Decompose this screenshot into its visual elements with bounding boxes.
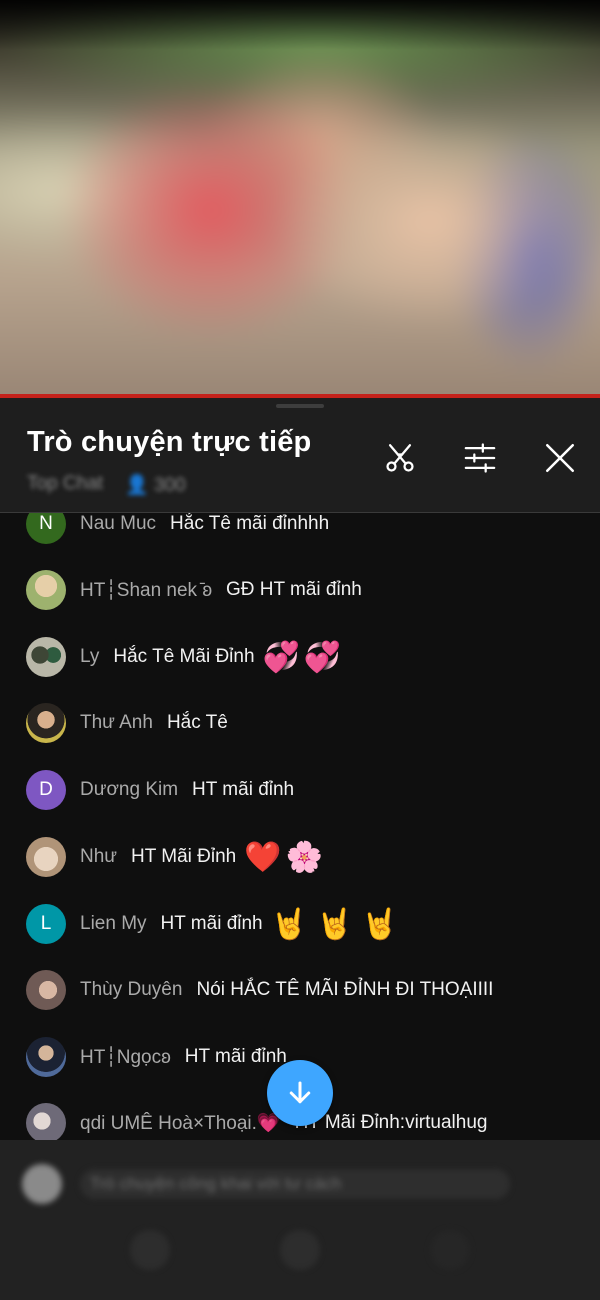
chat-message[interactable]: Ly Hắc Tê Mãi Đỉnh 💞 💞 (26, 637, 341, 677)
chat-title: Trò chuyện trực tiếp (27, 426, 312, 458)
message-text: GĐ HT mãi đỉnh (225, 579, 362, 600)
rock-on-emoji: 🤘 (361, 907, 399, 941)
video-frame (0, 0, 600, 398)
avatar (26, 970, 66, 1010)
avatar (26, 1103, 66, 1140)
rock-on-emoji: 🤘 (270, 907, 308, 941)
avatar: L (26, 904, 66, 944)
avatar (26, 570, 66, 610)
message-text: HT Mãi Đỉnh ❤️ 🌸 (131, 840, 323, 874)
two-hearts-emoji: 💞 (303, 640, 342, 674)
chat-message[interactable]: Thư Anh Hắc Tê (26, 703, 228, 743)
cherry-blossom-emoji: 🌸 (285, 840, 323, 874)
sliders-icon (464, 443, 496, 473)
message-text: HT mãi đỉnh (192, 779, 295, 800)
drag-handle[interactable] (276, 404, 324, 408)
message-text: HT mãi đỉnh 🤘 🤘 🤘 (160, 907, 399, 941)
chat-mode-label: Top Chat (27, 473, 104, 494)
close-chat-button[interactable] (540, 438, 580, 478)
close-icon (545, 443, 575, 473)
chat-message[interactable]: Như HT Mãi Đỉnh ❤️ 🌸 (26, 837, 323, 877)
message-text: HT mãi đỉnh (184, 1046, 287, 1067)
chat-mode-selector[interactable]: Top Chat 👤 300 (27, 473, 186, 497)
message-text: Hắc Tê Mãi Đỉnh 💞 💞 (113, 640, 342, 674)
chat-settings-button[interactable] (460, 438, 500, 478)
message-author: Thư Anh (80, 712, 153, 733)
message-author: Thùy Duyên (80, 979, 183, 1000)
video-top-shade (0, 0, 600, 50)
message-text: Hắc Tê (166, 712, 228, 733)
chat-message[interactable]: qdi UMÊ Hoà×Thoại.💗 HT Mãi Đỉnh:virtualh… (26, 1103, 487, 1140)
avatar: N (26, 513, 66, 544)
avatar: D (26, 770, 66, 810)
message-author: qdi UMÊ Hoà×Thoại.💗 (80, 1113, 281, 1134)
chat-input[interactable]: Trò chuyện công khai với tư cách (80, 1169, 510, 1199)
avatar (26, 1037, 66, 1077)
chat-input-row[interactable]: Trò chuyện công khai với tư cách (22, 1162, 582, 1206)
chat-message[interactable]: HT┆Ngọcʚ HT mãi đỉnh (26, 1037, 287, 1077)
chat-message[interactable]: Thùy Duyên Nói HẮC TÊ MÃI ĐỈNH ĐI THOẠII… (26, 970, 493, 1010)
viewer-count: 👤 300 (125, 475, 186, 496)
message-author: Như (80, 846, 118, 867)
live-chat-header: Trò chuyện trực tiếp Top Chat 👤 300 (0, 398, 600, 513)
chat-message-list[interactable]: N Nau Muc Hắc Tê mãi đỉnhhh HT┆Shan nek … (0, 513, 600, 1140)
super-chat-icon[interactable] (280, 1230, 320, 1270)
chat-input-actions (0, 1230, 600, 1280)
scissors-icon (386, 444, 414, 472)
message-author: HT┆Ngọcʚ (80, 1046, 171, 1068)
my-avatar (22, 1164, 62, 1204)
message-author: Ly (80, 646, 100, 667)
avatar (26, 703, 66, 743)
video-player[interactable] (0, 0, 600, 398)
message-author: Lien My (80, 913, 147, 934)
chat-message[interactable]: L Lien My HT mãi đỉnh 🤘 🤘 🤘 (26, 904, 399, 944)
red-heart-emoji: ❤️ (244, 840, 282, 874)
message-text: Hắc Tê mãi đỉnhhh (170, 513, 330, 534)
scroll-to-bottom-button[interactable] (267, 1060, 333, 1126)
clip-button[interactable] (380, 438, 420, 478)
avatar (26, 637, 66, 677)
message-author: Dương Kim (80, 779, 179, 800)
rock-on-emoji: 🤘 (315, 907, 354, 941)
chat-message[interactable]: D Dương Kim HT mãi đỉnh (26, 770, 294, 810)
send-icon[interactable] (430, 1230, 470, 1270)
arrow-down-icon (289, 1081, 311, 1104)
two-hearts-emoji: 💞 (262, 640, 300, 674)
avatar (26, 837, 66, 877)
chat-message[interactable]: HT┆Shan nek ̄ʚ GĐ HT mãi đỉnh (26, 570, 362, 610)
message-author: Nau Muc (80, 513, 157, 534)
emoji-icon[interactable] (130, 1230, 170, 1270)
message-text: Nói HẮC TÊ MÃI ĐỈNH ĐI THOẠIIII (196, 979, 494, 1000)
message-author: HT┆Shan nek ̄ʚ (80, 579, 212, 601)
chat-message[interactable]: N Nau Muc Hắc Tê mãi đỉnhhh (26, 513, 329, 544)
chat-input-area: Trò chuyện công khai với tư cách (0, 1140, 600, 1300)
